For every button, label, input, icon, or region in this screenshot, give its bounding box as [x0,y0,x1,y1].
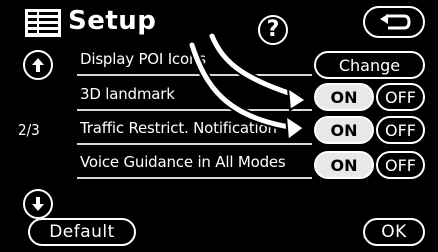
setting-label-voice-guidance: Voice Guidance in All Modes [80,153,286,171]
scroll-up-icon [32,58,44,72]
change-button[interactable]: Change [314,51,425,79]
row-divider [77,143,312,145]
setting-label-3d-landmark: 3D landmark [80,85,175,103]
voice-guidance-off-button[interactable]: OFF [376,151,425,179]
row-divider [77,74,312,76]
default-button[interactable]: Default [28,218,136,246]
page-title: Setup [68,6,157,36]
menu-list-icon [25,9,61,37]
help-button[interactable]: ? [258,15,288,45]
setting-label-traffic-restrict-notification: Traffic Restrict. Notification [80,119,277,137]
traffic-restrict-on-button[interactable]: ON [314,116,374,144]
back-button[interactable] [363,6,425,38]
scroll-down-button[interactable] [23,189,53,219]
setting-label-display-poi-icons: Display POI Icons [80,50,206,68]
3d-landmark-off-button[interactable]: OFF [376,83,425,111]
scroll-down-icon [32,197,44,211]
scroll-up-button[interactable] [23,50,53,80]
row-divider [77,109,312,111]
traffic-restrict-off-button[interactable]: OFF [376,116,425,144]
ok-button[interactable]: OK [363,218,425,246]
help-label: ? [266,17,280,42]
voice-guidance-on-button[interactable]: ON [314,151,374,179]
row-divider [77,177,312,179]
back-arrow-icon [380,14,411,30]
page-indicator: 2/3 [18,121,40,139]
setup-screen: Setup ? 2/3 Display POI Icons Change 3D … [0,0,438,252]
3d-landmark-on-button[interactable]: ON [314,83,374,111]
